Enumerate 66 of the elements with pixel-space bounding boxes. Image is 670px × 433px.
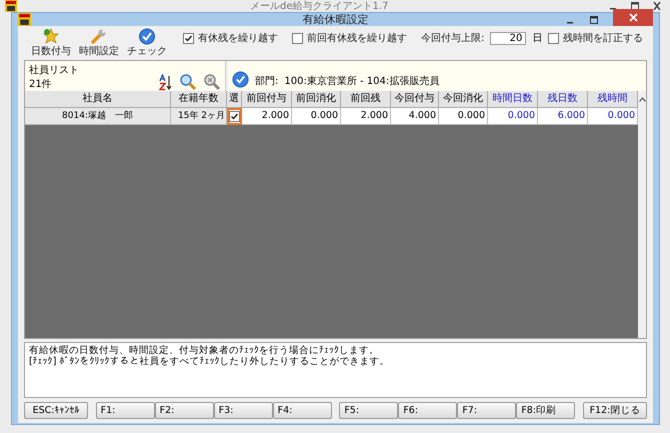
function-key-button[interactable]: F6: [398,402,458,419]
app-icon [5,0,17,12]
sort-icon[interactable] [159,74,173,90]
column-header[interactable]: 選 [227,91,242,108]
function-key-button[interactable]: ESC:ｷｬﾝｾﾙ [24,402,88,419]
checkbox-option[interactable]: 有休残を繰り越す [183,31,278,45]
limit-label: 今回付与上限: [421,32,484,45]
department-label: 部門: [255,74,278,88]
column-header[interactable]: 前回残 [341,91,391,108]
unit-label: 日 [532,32,542,45]
toolbar-button[interactable]: 時間設定 [77,26,121,58]
table-cell: 0.000 [588,108,638,125]
column-header[interactable]: 前回付与 [242,91,292,108]
star-icon [42,28,60,45]
function-key-button[interactable]: F2: [154,402,214,419]
checkbox-option[interactable]: 前回有休残を繰り越す [292,31,407,45]
window-title: 有給休暇設定 [302,12,370,27]
function-key-button[interactable]: F7: [457,402,516,419]
column-header[interactable]: 時間日数 [488,91,538,108]
department-value: 100:東京営業所 - 104:拡張販売員 [284,74,440,88]
list-title: 社員リスト [29,64,80,77]
table-cell: 0.000 [439,108,488,125]
row-checkbox[interactable] [227,108,242,125]
table-cell: 15年 2ヶ月 [171,108,227,125]
function-key-button[interactable]: F5: [339,402,398,419]
toolbar-button[interactable]: チェック [125,26,169,58]
close-button[interactable] [613,9,653,26]
scrollbar[interactable] [638,91,646,338]
close-icon[interactable] [652,2,662,10]
table-cell: 2.000 [242,108,292,125]
checkbox-option[interactable]: 残時間を訂正する [548,31,643,45]
function-key-button[interactable]: F1: [96,402,155,419]
search-icon[interactable] [179,73,197,91]
function-key-button[interactable]: F8:印刷 [516,402,576,419]
table-cell: 6.000 [538,108,588,125]
column-header[interactable]: 今回消化 [439,91,488,108]
column-header[interactable]: 今回付与 [391,91,439,108]
checkmark-icon [230,112,238,120]
limit-field[interactable]: 20 [490,32,526,44]
table-cell: 0.000 [292,108,341,125]
check-icon [232,71,249,88]
column-header[interactable]: 残日数 [538,91,588,108]
window-title: メールde給与クライアント1.7 [250,0,388,13]
column-header[interactable]: 残時間 [588,91,638,108]
function-key-button[interactable]: F12:閉じる [582,402,647,419]
count-label: 21件 [29,78,52,91]
message-text: 有給休暇の日数付与、時間設定、付与対象者のﾁｪｯｸを行う場合にﾁｪｯｸします。 [29,345,380,356]
table-cell: 4.000 [391,108,439,125]
table-cell: 8014:塚越 一郎 [25,108,171,125]
message-text: [ﾁｪｯｸ] ﾎﾞﾀﾝをｸﾘｯｸすると社員をすべてﾁｪｯｸしたり外したりすることができます。 [29,356,390,367]
search-clear-icon[interactable] [203,73,221,91]
close-icon [628,13,638,22]
column-header[interactable]: 在籍年数 [171,91,227,108]
maximize-icon[interactable] [589,14,599,24]
maximize-icon[interactable] [630,2,640,10]
column-header[interactable]: 社員名 [25,91,171,108]
check-icon [138,28,156,45]
column-header[interactable]: 前回消化 [292,91,341,108]
scroll-up-icon[interactable] [638,97,646,102]
table-cell: 0.000 [488,108,538,125]
checkmark-icon [184,34,193,42]
table-cell: 2.000 [341,108,391,125]
function-key-button[interactable]: F4: [272,402,332,419]
toolbar-button[interactable]: 日数付与 [29,26,73,58]
app-icon [18,13,31,26]
function-key-button[interactable]: F3: [214,402,273,419]
